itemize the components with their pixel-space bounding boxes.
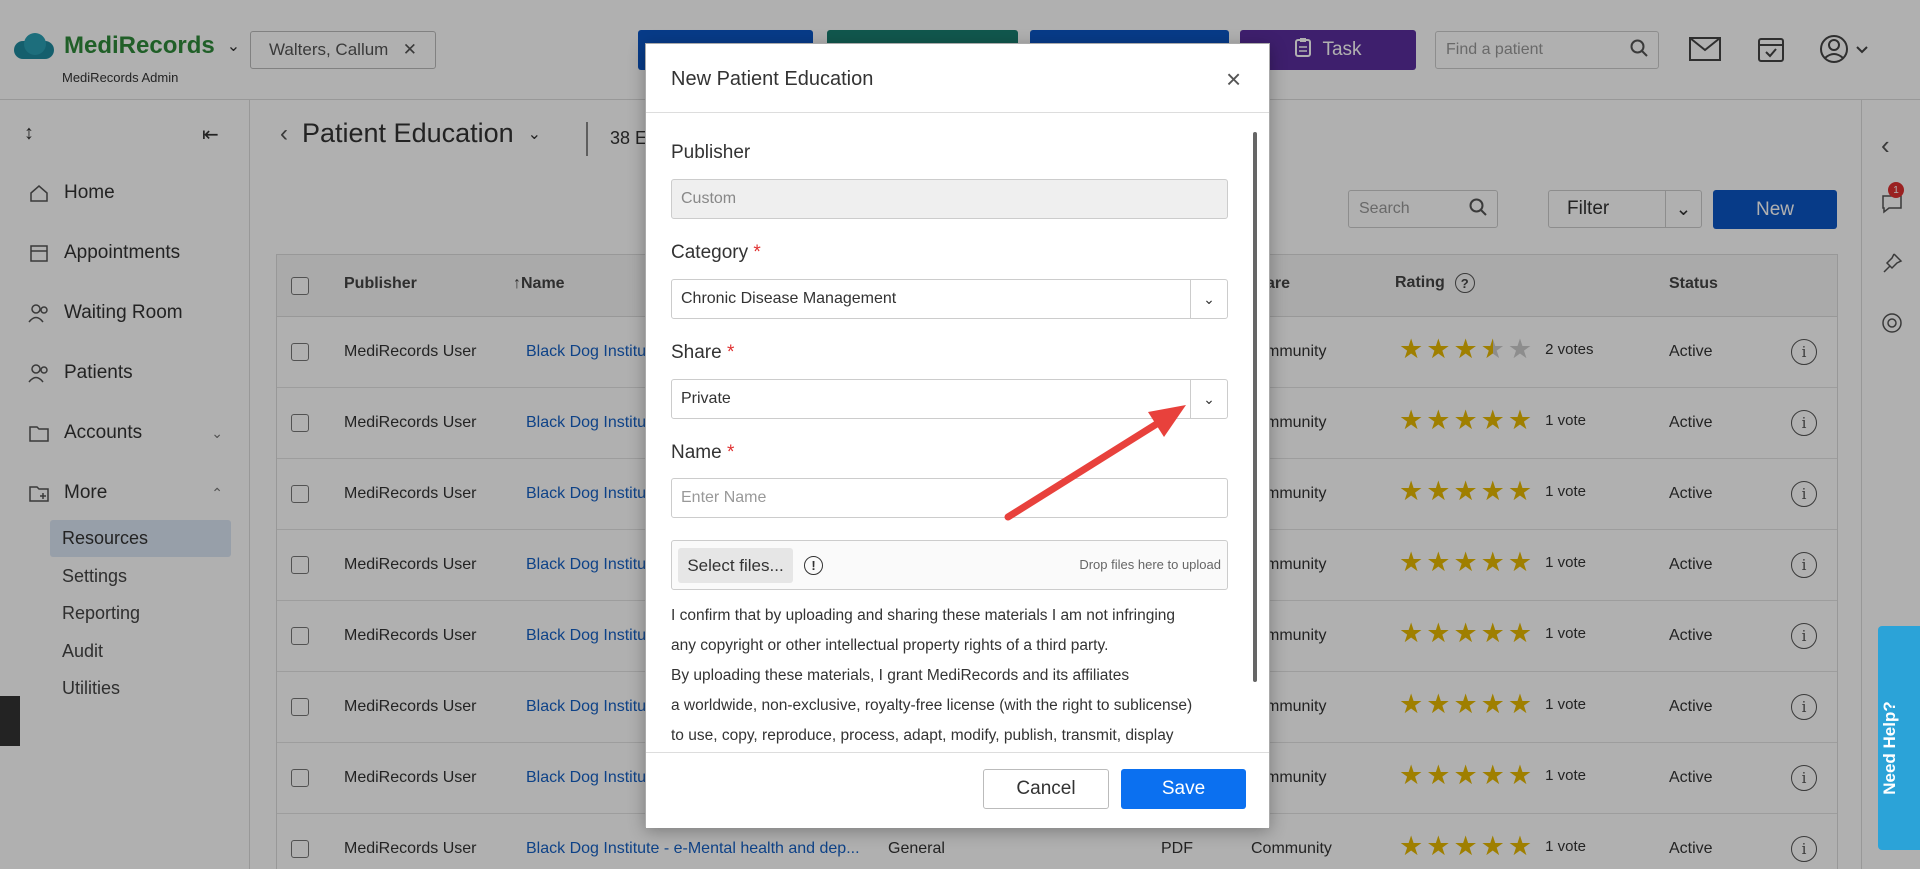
category-value: Chronic Disease Management [681, 290, 897, 307]
confirm-line: to use, copy, reproduce, process, adapt,… [671, 727, 1174, 744]
need-help-tab[interactable]: Need Help? [1878, 626, 1920, 850]
publisher-label: Publisher [671, 142, 751, 163]
select-files-button[interactable]: Select files... [678, 548, 793, 583]
name-label-text: Name [671, 442, 722, 463]
share-label-text: Share [671, 342, 722, 363]
save-button[interactable]: Save [1121, 769, 1246, 809]
need-help-label: Need Help? [1880, 701, 1899, 795]
confirm-line: By uploading these materials, I grant Me… [671, 667, 1130, 684]
share-select[interactable]: Private ⌄ [671, 379, 1228, 419]
modal-header: New Patient Education × [646, 44, 1269, 113]
chevron-down-icon[interactable]: ⌄ [1190, 380, 1227, 418]
name-label: Name * [671, 442, 734, 464]
category-select[interactable]: Chronic Disease Management ⌄ [671, 279, 1228, 319]
file-upload-area[interactable]: Select files... ! Drop files here to upl… [671, 540, 1228, 590]
modal-title: New Patient Education [671, 68, 874, 90]
confirm-line: any copyright or other intellectual prop… [671, 637, 1109, 654]
required-marker: * [753, 242, 761, 263]
confirm-text: I confirm that by uploading and sharing … [671, 601, 1231, 751]
name-input[interactable]: Enter Name [671, 478, 1228, 518]
confirm-line: a worldwide, non-exclusive, royalty-free… [671, 697, 1193, 714]
modal-footer: Cancel Save [646, 752, 1269, 828]
chevron-down-icon[interactable]: ⌄ [1190, 280, 1227, 318]
category-label-text: Category [671, 242, 749, 263]
required-marker: * [726, 442, 735, 463]
drop-files-hint: Drop files here to upload [1079, 557, 1221, 572]
category-label: Category * [671, 242, 761, 264]
confirm-line: I confirm that by uploading and sharing … [671, 607, 1176, 624]
share-label: Share * [671, 342, 734, 364]
cancel-button[interactable]: Cancel [983, 769, 1109, 809]
close-icon[interactable]: × [1226, 64, 1241, 95]
new-patient-education-modal: New Patient Education × Publisher Custom… [645, 43, 1270, 828]
publisher-field: Custom [671, 179, 1228, 219]
modal-scrollbar[interactable] [1253, 132, 1257, 682]
required-marker: * [726, 342, 735, 363]
share-value: Private [681, 390, 731, 407]
warning-icon[interactable]: ! [804, 556, 823, 575]
